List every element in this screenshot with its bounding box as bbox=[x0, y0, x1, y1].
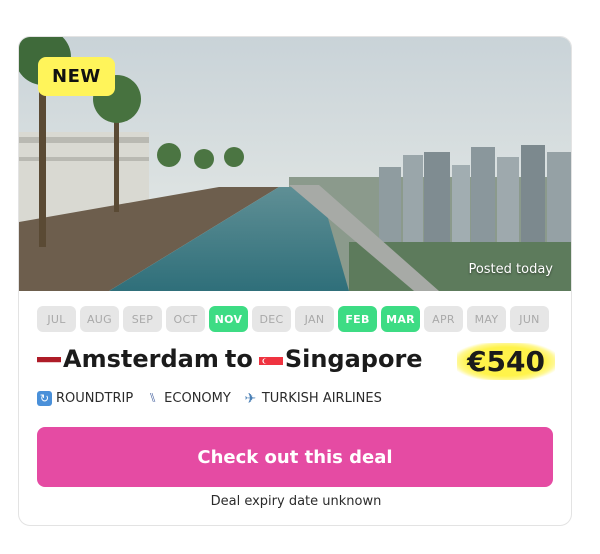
month-dec: DEC bbox=[252, 306, 291, 332]
month-oct: OCT bbox=[166, 306, 205, 332]
month-jun: JUN bbox=[510, 306, 549, 332]
route-connector: to bbox=[224, 345, 253, 373]
expiry-note: Deal expiry date unknown bbox=[210, 494, 382, 509]
airline-label: TURKISH AIRLINES bbox=[261, 391, 382, 406]
month-apr: APR bbox=[424, 306, 463, 332]
month-mar: MAR bbox=[381, 306, 420, 332]
destination-city: Singapore bbox=[284, 345, 423, 373]
route-title: Amsterdam to Singapore bbox=[37, 345, 423, 373]
cabin-label: ECONOMY bbox=[164, 391, 231, 406]
airline: ✈ TURKISH AIRLINES bbox=[243, 390, 382, 407]
month-jan: JAN bbox=[295, 306, 334, 332]
new-badge: NEW bbox=[38, 57, 115, 96]
repeat-icon: ↻ bbox=[37, 391, 52, 406]
deal-card[interactable]: NEW Posted today JUL AUG SEP OCT NOV DEC… bbox=[18, 36, 572, 526]
month-jul: JUL bbox=[37, 306, 76, 332]
origin-city: Amsterdam bbox=[63, 345, 219, 373]
posted-date-label: Posted today bbox=[468, 262, 553, 277]
singapore-flag-icon bbox=[258, 351, 283, 367]
hero-image: NEW Posted today bbox=[19, 37, 571, 291]
price-label: €540 bbox=[457, 343, 555, 380]
month-nov: NOV bbox=[209, 306, 248, 332]
travel-months: JUL AUG SEP OCT NOV DEC JAN FEB MAR APR … bbox=[37, 306, 549, 332]
month-may: MAY bbox=[467, 306, 506, 332]
month-aug: AUG bbox=[80, 306, 119, 332]
airplane-icon: ✈ bbox=[244, 390, 257, 407]
deal-meta: ↻ ROUNDTRIP ⑊ ECONOMY ✈ TURKISH AIRLINES bbox=[37, 390, 382, 407]
month-sep: SEP bbox=[123, 306, 162, 332]
cabin-class: ⑊ ECONOMY bbox=[145, 391, 231, 406]
trip-type-label: ROUNDTRIP bbox=[56, 391, 134, 406]
netherlands-flag-icon bbox=[37, 351, 61, 367]
check-out-deal-button[interactable]: Check out this deal bbox=[37, 427, 553, 487]
month-feb: FEB bbox=[338, 306, 377, 332]
seat-icon: ⑊ bbox=[148, 391, 157, 406]
trip-type: ↻ ROUNDTRIP bbox=[37, 391, 133, 406]
